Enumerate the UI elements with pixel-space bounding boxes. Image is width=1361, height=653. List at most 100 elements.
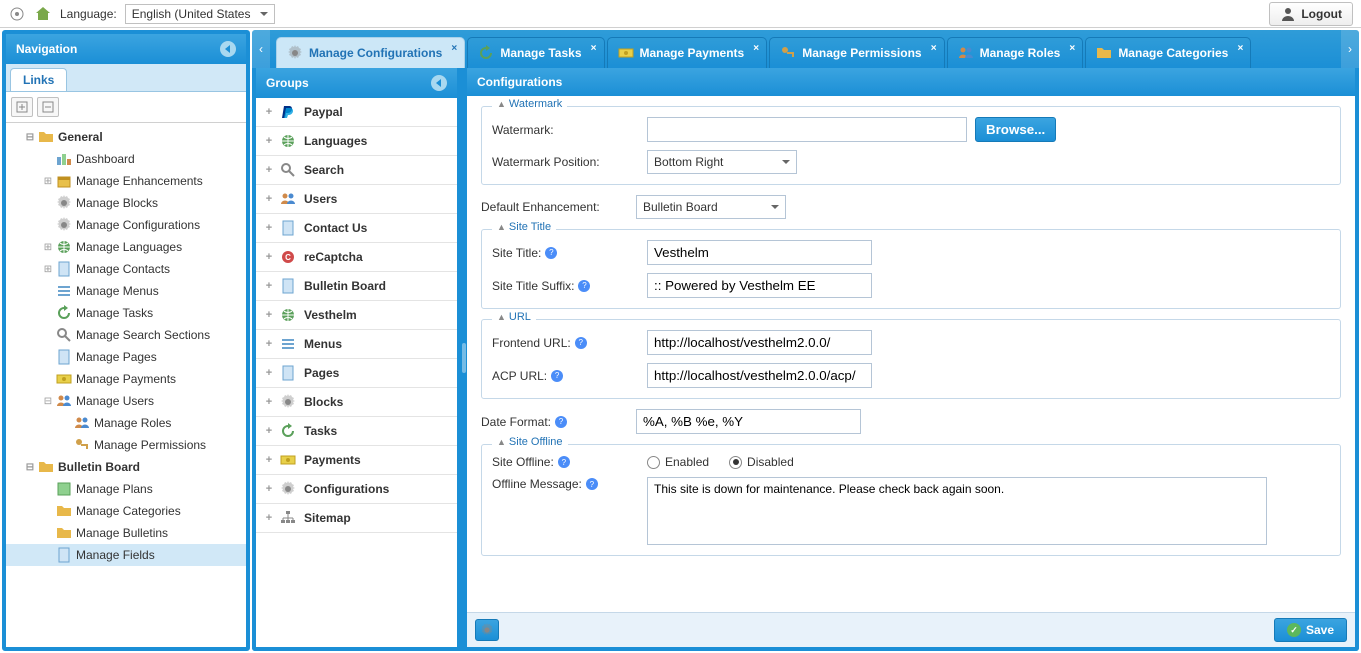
group-item[interactable]: +reCaptcha xyxy=(256,243,457,272)
site-offline-enabled-radio[interactable]: Enabled xyxy=(647,455,709,469)
tree-elbow-icon[interactable] xyxy=(40,151,56,167)
tree-elbow-icon[interactable] xyxy=(40,305,56,321)
group-expand-icon[interactable]: + xyxy=(262,367,276,379)
tree-elbow-icon[interactable]: ⊞ xyxy=(40,173,56,189)
group-item[interactable]: +Payments xyxy=(256,446,457,475)
group-expand-icon[interactable]: + xyxy=(262,425,276,437)
tab[interactable]: Manage Payments× xyxy=(607,37,768,68)
help-icon[interactable]: ? xyxy=(586,478,598,490)
group-item[interactable]: +Pages xyxy=(256,359,457,388)
help-icon[interactable]: ? xyxy=(558,456,570,468)
tree-node[interactable]: Manage Payments xyxy=(6,368,246,390)
frontend-url-input[interactable] xyxy=(647,330,872,355)
acp-url-input[interactable] xyxy=(647,363,872,388)
tree-node[interactable]: ⊟Manage Users xyxy=(6,390,246,412)
group-item[interactable]: +Languages xyxy=(256,127,457,156)
tree-node[interactable]: Manage Fields xyxy=(6,544,246,566)
tree-node[interactable]: Manage Menus xyxy=(6,280,246,302)
tab-close-icon[interactable]: × xyxy=(448,42,460,54)
tab[interactable]: Manage Permissions× xyxy=(769,37,944,68)
group-expand-icon[interactable]: + xyxy=(262,454,276,466)
language-select[interactable]: English (United States xyxy=(125,4,275,24)
tree-node[interactable]: Manage Configurations xyxy=(6,214,246,236)
help-icon[interactable]: ? xyxy=(545,247,557,259)
tree-node[interactable]: ⊟Bulletin Board xyxy=(6,456,246,478)
site-title-suffix-input[interactable] xyxy=(647,273,872,298)
group-item[interactable]: +Bulletin Board xyxy=(256,272,457,301)
tree-node[interactable]: Manage Blocks xyxy=(6,192,246,214)
tab-close-icon[interactable]: × xyxy=(1234,42,1246,54)
group-item[interactable]: +Vesthelm xyxy=(256,301,457,330)
logout-button[interactable]: Logout xyxy=(1269,2,1353,26)
tree-elbow-icon[interactable] xyxy=(40,283,56,299)
tree-node[interactable]: Manage Categories xyxy=(6,500,246,522)
group-item[interactable]: +Search xyxy=(256,156,457,185)
group-expand-icon[interactable]: + xyxy=(262,106,276,118)
tree-elbow-icon[interactable] xyxy=(40,217,56,233)
settings-button[interactable] xyxy=(475,619,499,641)
site-title-input[interactable] xyxy=(647,240,872,265)
tree-node[interactable]: Manage Roles xyxy=(6,412,246,434)
site-offline-disabled-radio[interactable]: Disabled xyxy=(729,455,794,469)
group-item[interactable]: +Users xyxy=(256,185,457,214)
tab-scroll-left[interactable]: ‹ xyxy=(252,30,270,68)
target-icon[interactable] xyxy=(8,5,26,23)
tree-elbow-icon[interactable]: ⊟ xyxy=(22,459,38,475)
nav-tab-links[interactable]: Links xyxy=(10,68,67,91)
tree-elbow-icon[interactable]: ⊞ xyxy=(40,261,56,277)
tree-node[interactable]: Manage Pages xyxy=(6,346,246,368)
nav-collapse-icon[interactable] xyxy=(220,41,236,57)
tree-elbow-icon[interactable] xyxy=(40,525,56,541)
tree-elbow-icon[interactable]: ⊟ xyxy=(22,129,38,145)
tab[interactable]: Manage Configurations× xyxy=(276,37,465,68)
tab[interactable]: Manage Tasks× xyxy=(467,37,604,68)
tree-node[interactable]: ⊞Manage Contacts xyxy=(6,258,246,280)
tab-close-icon[interactable]: × xyxy=(1066,42,1078,54)
tree-node[interactable]: Manage Search Sections xyxy=(6,324,246,346)
tab[interactable]: Manage Categories× xyxy=(1085,37,1251,68)
tree-node[interactable]: Dashboard xyxy=(6,148,246,170)
help-icon[interactable]: ? xyxy=(575,337,587,349)
help-icon[interactable]: ? xyxy=(551,370,563,382)
tab-close-icon[interactable]: × xyxy=(928,42,940,54)
tab-scroll-right[interactable]: › xyxy=(1341,30,1359,68)
tree-node[interactable]: Manage Plans xyxy=(6,478,246,500)
group-expand-icon[interactable]: + xyxy=(262,135,276,147)
group-item[interactable]: +Paypal xyxy=(256,98,457,127)
group-item[interactable]: +Sitemap xyxy=(256,504,457,533)
group-expand-icon[interactable]: + xyxy=(262,512,276,524)
group-expand-icon[interactable]: + xyxy=(262,338,276,350)
tree-elbow-icon[interactable] xyxy=(58,437,74,453)
tree-elbow-icon[interactable] xyxy=(40,195,56,211)
tab-close-icon[interactable]: × xyxy=(588,42,600,54)
group-expand-icon[interactable]: + xyxy=(262,222,276,234)
browse-button[interactable]: Browse... xyxy=(975,117,1056,142)
group-item[interactable]: +Blocks xyxy=(256,388,457,417)
tree-node[interactable]: ⊞Manage Enhancements xyxy=(6,170,246,192)
watermark-position-select[interactable]: Bottom Right xyxy=(647,150,797,174)
tree-node[interactable]: ⊟General xyxy=(6,126,246,148)
expand-all-button[interactable] xyxy=(11,97,33,117)
tree-elbow-icon[interactable]: ⊞ xyxy=(40,239,56,255)
group-expand-icon[interactable]: + xyxy=(262,483,276,495)
tree-node[interactable]: ⊞Manage Languages xyxy=(6,236,246,258)
collapse-all-button[interactable] xyxy=(37,97,59,117)
group-expand-icon[interactable]: + xyxy=(262,280,276,292)
tree-elbow-icon[interactable] xyxy=(40,349,56,365)
tree-elbow-icon[interactable] xyxy=(40,503,56,519)
groups-collapse-icon[interactable] xyxy=(431,75,447,91)
watermark-input[interactable] xyxy=(647,117,967,142)
tree-elbow-icon[interactable]: ⊟ xyxy=(40,393,56,409)
group-item[interactable]: +Configurations xyxy=(256,475,457,504)
group-item[interactable]: +Contact Us xyxy=(256,214,457,243)
offline-message-textarea[interactable] xyxy=(647,477,1267,545)
group-item[interactable]: +Menus xyxy=(256,330,457,359)
tree-elbow-icon[interactable] xyxy=(40,371,56,387)
group-expand-icon[interactable]: + xyxy=(262,164,276,176)
tree-elbow-icon[interactable] xyxy=(58,415,74,431)
group-item[interactable]: +Tasks xyxy=(256,417,457,446)
help-icon[interactable]: ? xyxy=(555,416,567,428)
save-button[interactable]: ✓Save xyxy=(1274,618,1347,642)
group-expand-icon[interactable]: + xyxy=(262,396,276,408)
tree-node[interactable]: Manage Permissions xyxy=(6,434,246,456)
